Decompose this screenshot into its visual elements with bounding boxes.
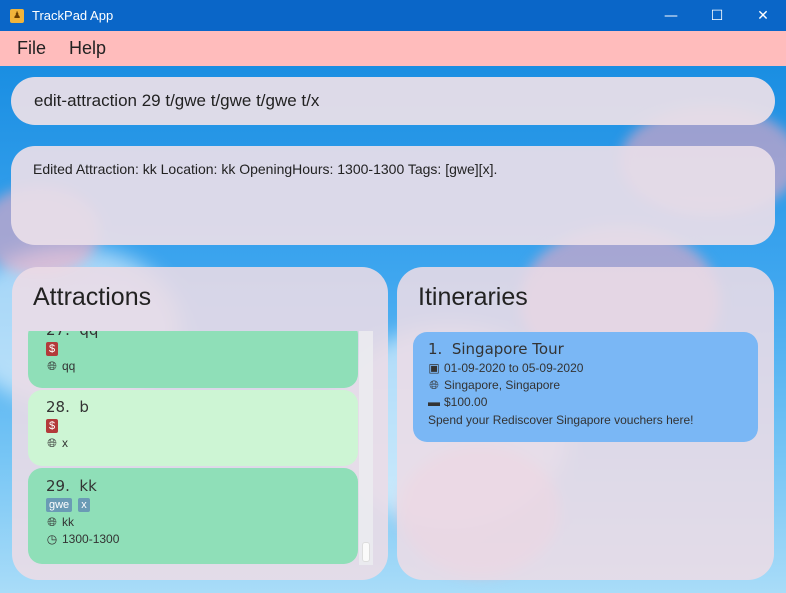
- result-display: Edited Attraction: kk Location: kk Openi…: [11, 146, 775, 245]
- attractions-list[interactable]: 27. qq $ 🌐︎ qq 28. b $ 🌐︎ x: [28, 331, 373, 565]
- price-tag: $: [46, 342, 59, 356]
- tag: gwe: [46, 498, 73, 512]
- command-box[interactable]: edit-attraction 29 t/gwe t/gwe t/gwe t/x: [11, 77, 775, 125]
- itinerary-title: 1. Singapore Tour: [428, 340, 564, 358]
- itineraries-panel: Itineraries 1. Singapore Tour ▣ 01-09-20…: [397, 267, 774, 580]
- itinerary-card[interactable]: 1. Singapore Tour ▣ 01-09-2020 to 05-09-…: [413, 332, 758, 442]
- window-title: TrackPad App: [32, 8, 114, 23]
- itinerary-dates: ▣ 01-09-2020 to 05-09-2020: [428, 361, 584, 375]
- attraction-card[interactable]: 28. b $ 🌐︎ x: [28, 390, 358, 466]
- globe-icon: 🌐︎: [47, 514, 57, 529]
- clock-icon: ◷: [46, 532, 58, 546]
- attraction-location: 🌐︎ qq: [47, 358, 76, 374]
- attractions-scrollbar[interactable]: [359, 331, 373, 565]
- menu-help[interactable]: Help: [69, 38, 106, 59]
- itinerary-budget: ▬ $100.00: [428, 395, 488, 409]
- attraction-location: 🌐︎ kk: [47, 514, 74, 530]
- attraction-tags: $: [46, 419, 340, 433]
- command-input[interactable]: edit-attraction 29 t/gwe t/gwe t/gwe t/x: [34, 91, 319, 111]
- maximize-icon[interactable]: ☐: [694, 0, 740, 31]
- attraction-card[interactable]: 29. kk gwe x 🌐︎ kk ◷ 1300-1300: [28, 468, 358, 564]
- attraction-title: 28. b: [46, 398, 89, 416]
- itineraries-title: Itineraries: [418, 283, 528, 311]
- attraction-card[interactable]: 27. qq $ 🌐︎ qq: [28, 331, 358, 388]
- itinerary-description: Spend your Rediscover Singapore vouchers…: [428, 413, 694, 427]
- globe-icon: 🌐︎: [47, 435, 57, 450]
- window-controls: — ☐ ✕: [648, 0, 786, 31]
- globe-icon: 🌐︎: [47, 358, 57, 373]
- attraction-tags: $: [46, 342, 340, 356]
- menu-bar: File Help: [0, 31, 786, 66]
- result-text: Edited Attraction: kk Location: kk Openi…: [33, 161, 498, 177]
- calendar-icon: ▣: [428, 361, 440, 375]
- attraction-title: 27. qq: [46, 331, 340, 339]
- app-icon: ♟: [10, 8, 24, 23]
- scrollbar-thumb[interactable]: [362, 542, 370, 562]
- attractions-title: Attractions: [33, 283, 152, 311]
- tag: x: [78, 498, 90, 512]
- attraction-location: 🌐︎ x: [47, 435, 68, 451]
- attractions-panel: Attractions 27. qq $ 🌐︎ qq 28. b $: [12, 267, 388, 580]
- attraction-title: 29. kk: [46, 477, 97, 495]
- close-icon[interactable]: ✕: [740, 0, 786, 31]
- attraction-tags: gwe x: [46, 498, 340, 512]
- itinerary-location: 🌐︎ Singapore, Singapore: [429, 377, 561, 393]
- minimize-icon[interactable]: —: [648, 0, 694, 31]
- title-bar: ♟ TrackPad App — ☐ ✕: [0, 0, 786, 31]
- price-tag: $: [46, 419, 59, 433]
- money-icon: ▬: [428, 395, 440, 409]
- globe-icon: 🌐︎: [429, 377, 439, 392]
- attraction-hours: ◷ 1300-1300: [46, 532, 120, 546]
- menu-file[interactable]: File: [17, 38, 46, 59]
